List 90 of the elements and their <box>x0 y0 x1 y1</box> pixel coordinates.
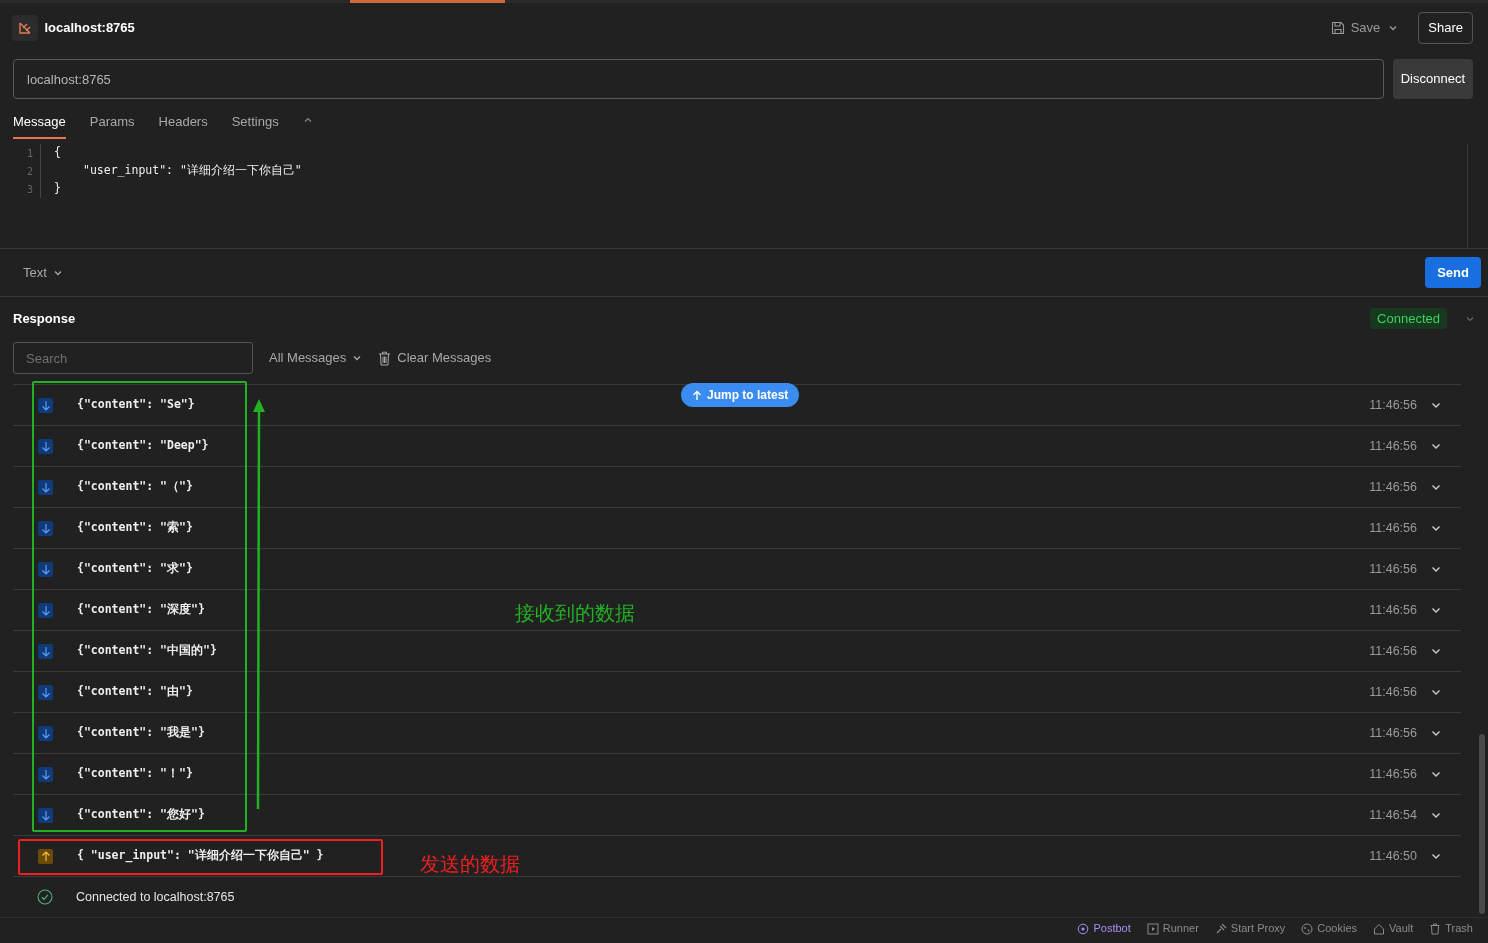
message-text: {"content": "我是"} <box>77 724 205 742</box>
cookie-icon <box>1301 922 1314 935</box>
line-number: 2 <box>25 164 34 179</box>
message-text: {"content": "Se"} <box>77 396 195 414</box>
disconnect-button[interactable]: Disconnect <box>1392 59 1473 99</box>
message-time: 11:46:50 <box>1369 847 1417 865</box>
search-field[interactable]: Search <box>13 342 253 374</box>
status-bar-item[interactable]: Start Proxy <box>1214 920 1286 937</box>
incoming-arrow-icon <box>38 766 53 782</box>
expand-icon[interactable] <box>1431 523 1441 533</box>
message-time: 11:46:56 <box>1369 683 1417 701</box>
code-line: { <box>54 144 61 162</box>
incoming-arrow-icon <box>38 643 53 659</box>
format-dropdown[interactable]: Text <box>23 262 63 283</box>
tab[interactable]: Params <box>89 112 135 139</box>
incoming-arrow-icon <box>38 602 53 618</box>
tab[interactable]: Headers <box>158 112 208 139</box>
incoming-arrow-icon <box>38 438 53 454</box>
expand-icon[interactable] <box>1431 851 1441 861</box>
expand-icon[interactable] <box>1431 687 1441 697</box>
message-time: 11:46:56 <box>1369 765 1417 783</box>
incoming-arrow-icon <box>38 725 53 741</box>
message-text: {"content": "！"} <box>77 765 193 783</box>
expand-icon[interactable] <box>1431 646 1441 656</box>
expand-icon[interactable] <box>1431 400 1441 410</box>
expand-icon[interactable] <box>1431 810 1441 820</box>
annotation-label: 发送的数据 <box>420 851 520 878</box>
message-time: 11:46:56 <box>1369 478 1417 496</box>
incoming-arrow-icon <box>38 807 53 823</box>
status-bar-item[interactable]: Postbot <box>1077 920 1131 937</box>
trash-icon <box>1429 922 1442 935</box>
play-icon <box>1146 922 1159 935</box>
chevron-down-icon <box>352 353 363 363</box>
share-button[interactable]: Share <box>1418 11 1473 44</box>
message-time: 11:46:56 <box>1369 642 1417 660</box>
status-bar-item[interactable]: Vault <box>1373 920 1414 937</box>
tab[interactable]: Message <box>13 112 66 139</box>
status-bar-item[interactable]: Cookies <box>1301 920 1357 937</box>
clear-messages-button[interactable]: Clear Messages <box>378 348 492 368</box>
expand-icon[interactable] <box>1431 728 1441 738</box>
message-text: Connected to localhost:8765 <box>76 888 235 906</box>
filter-dropdown[interactable]: All Messages <box>269 348 363 368</box>
message-time: 11:46:56 <box>1369 724 1417 742</box>
message-text: { "user_input": "详细介绍一下你自己" } <box>77 847 324 865</box>
code-line: "user_input": "详细介绍一下你自己" <box>83 162 302 180</box>
scrollbar-thumb[interactable] <box>1479 734 1485 914</box>
arrow-up-icon <box>692 389 702 401</box>
status-bar-item[interactable]: Trash <box>1429 920 1473 937</box>
message-text: {"content": "求"} <box>77 560 193 578</box>
collapse-icon[interactable] <box>302 115 313 125</box>
incoming-arrow-icon <box>38 684 53 700</box>
url-field[interactable]: localhost:8765 <box>13 59 1384 99</box>
annotation-label: 接收到的数据 <box>515 600 635 627</box>
house-icon <box>1373 922 1385 935</box>
message-time: 11:46:56 <box>1369 519 1417 537</box>
incoming-arrow-icon <box>38 561 53 577</box>
line-number: 3 <box>25 182 34 197</box>
message-text: {"content": "中国的"} <box>77 642 217 660</box>
window-title: localhost:8765 <box>44 18 135 37</box>
message-text: {"content": "Deep"} <box>77 437 209 455</box>
trash-icon <box>378 350 392 366</box>
tab[interactable]: Settings <box>231 112 279 139</box>
expand-icon[interactable] <box>1431 441 1441 451</box>
message-time: 11:46:56 <box>1369 560 1417 578</box>
message-text: {"content": "索"} <box>77 519 193 537</box>
outgoing-arrow-icon <box>38 848 53 864</box>
message-text: {"content": "您好"} <box>77 806 205 824</box>
message-text: {"content": "（"} <box>77 478 193 496</box>
incoming-arrow-icon <box>38 520 53 536</box>
send-button[interactable]: Send <box>1425 257 1481 288</box>
save-icon <box>1330 20 1345 35</box>
message-text: {"content": "由"} <box>77 683 193 701</box>
save-button[interactable]: Save <box>1330 17 1381 38</box>
incoming-arrow-icon <box>38 397 53 413</box>
section-title: Response <box>13 309 76 328</box>
message-time: 11:46:56 <box>1369 437 1417 455</box>
line-number: 1 <box>25 146 34 161</box>
incoming-arrow-icon <box>38 479 53 495</box>
check-circle-icon <box>37 889 53 905</box>
message-time: 11:46:56 <box>1369 601 1417 619</box>
message-time: 11:46:56 <box>1369 396 1417 414</box>
expand-icon[interactable] <box>1431 564 1441 574</box>
expand-icon[interactable] <box>1431 769 1441 779</box>
status-badge: Connected <box>1370 307 1447 330</box>
code-line: } <box>54 180 61 198</box>
expand-icon[interactable] <box>1431 605 1441 615</box>
message-time: 11:46:54 <box>1369 806 1417 824</box>
status-bar-item[interactable]: Runner <box>1146 920 1199 937</box>
message-text: {"content": "深度"} <box>77 601 205 619</box>
expand-icon[interactable] <box>1431 482 1441 492</box>
